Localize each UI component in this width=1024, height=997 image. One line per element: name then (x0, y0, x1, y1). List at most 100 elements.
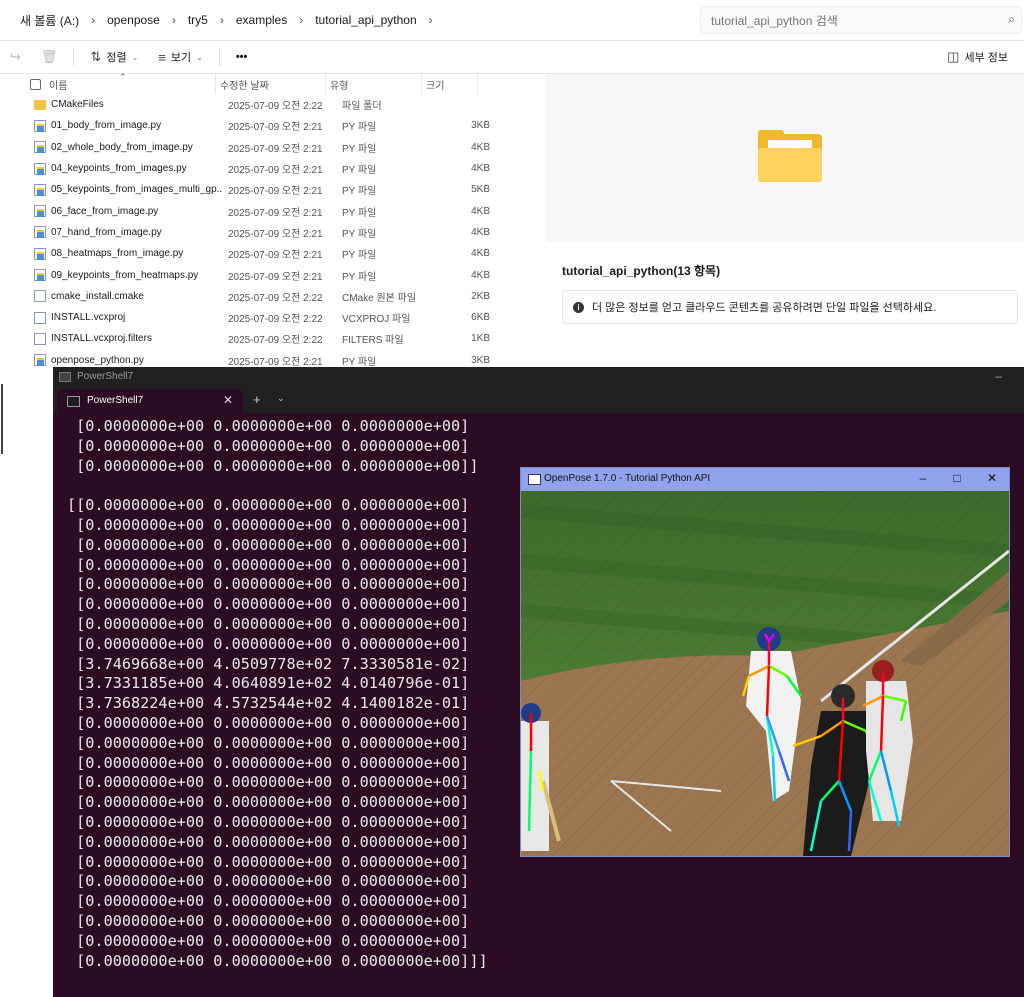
minimize-icon[interactable]: – (995, 369, 1002, 383)
terminal-line: [0.0000000e+00 0.0000000e+00 0.0000000e+… (67, 614, 470, 633)
preview-info-text: 더 많은 정보를 얻고 클라우드 콘텐츠를 공유하려면 단일 파일을 선택하세요… (592, 302, 937, 314)
file-size: 4KB (471, 163, 490, 175)
file-row[interactable]: 04_keypoints_from_images.py 2025-07-09 오전… (28, 158, 544, 179)
file-type: PY 파일 (342, 186, 377, 198)
file-row[interactable]: CMakeFiles 2025-07-09 오전 2:22 파일 폴더 (28, 94, 544, 115)
terminal-line: [0.0000000e+00 0.0000000e+00 0.0000000e+… (67, 852, 470, 871)
file-date: 2025-07-09 오전 2:21 (228, 122, 323, 134)
file-row[interactable]: 07_hand_from_image.py 2025-07-09 오전 2:21 P… (28, 222, 544, 243)
column-size[interactable]: 크기 (422, 74, 478, 94)
select-all-checkbox[interactable] (30, 78, 41, 90)
chevron-right-icon[interactable]: › (166, 13, 182, 27)
search-box[interactable]: ⌕ (700, 6, 1022, 34)
close-tab-icon[interactable]: ✕ (223, 393, 233, 407)
terminal-line: [0.0000000e+00 0.0000000e+00 0.0000000e+… (67, 872, 470, 891)
chevron-down-icon[interactable]: ⌄ (277, 393, 285, 404)
file-row[interactable]: INSTALL.vcxproj 2025-07-09 오전 2:22 VCXPROJ… (28, 307, 544, 328)
column-type-label: 유형 (330, 80, 349, 92)
file-date: 2025-07-09 오전 2:21 (228, 165, 323, 177)
python-file-icon (34, 269, 46, 282)
openpose-window-title: OpenPose 1.7.0 - Tutorial Python API (544, 473, 711, 484)
search-input[interactable] (709, 11, 993, 31)
file-date: 2025-07-09 오전 2:21 (228, 143, 323, 155)
chevron-right-icon[interactable]: › (293, 13, 309, 27)
file-name-cell: 05_keypoints_from_images_multi_gp... (28, 183, 222, 196)
file-row[interactable]: cmake_install.cmake 2025-07-09 오전 2:22 CMa… (28, 286, 544, 307)
delete-button[interactable]: 🗑︎ (31, 45, 68, 69)
python-file-icon (34, 247, 46, 260)
terminal-output[interactable]: [0.0000000e+00 0.0000000e+00 0.0000000e+… (67, 417, 488, 971)
openpose-title-bar[interactable]: OpenPose 1.7.0 - Tutorial Python API – □… (521, 468, 1009, 491)
search-icon[interactable]: ⌕ (1008, 12, 1015, 27)
file-row[interactable]: 02_whole_body_from_image.py 2025-07-09 오전… (28, 137, 544, 158)
file-size: 3KB (471, 120, 490, 132)
document-icon (34, 332, 46, 345)
file-name: 07_hand_from_image.py (51, 226, 162, 238)
chevron-right-icon[interactable]: › (423, 13, 439, 27)
file-size: 3KB (471, 354, 490, 366)
file-name-cell: openpose_python.py (28, 354, 222, 367)
address-bar: 새 볼륨 (A:) › openpose › try5 › examples › tutoria… (0, 0, 1024, 41)
column-name-label: 이름 (49, 80, 68, 92)
terminal-title-bar[interactable]: PowerShell7 – (53, 367, 1024, 387)
file-type: PY 파일 (342, 143, 377, 155)
file-row[interactable]: INSTALL.vcxproj.filters 2025-07-09 오전 2:2… (28, 328, 544, 349)
terminal-app-icon (59, 372, 71, 382)
share-button[interactable]: ↪ (0, 45, 31, 69)
breadcrumb-item[interactable]: examples (230, 13, 293, 27)
minimize-icon[interactable]: – (913, 471, 933, 485)
terminal-line: [0.0000000e+00 0.0000000e+00 0.0000000e+… (67, 634, 470, 653)
python-file-icon (34, 183, 46, 196)
file-name-cell: 02_whole_body_from_image.py (28, 141, 222, 154)
openpose-app-icon (528, 474, 541, 485)
view-label: 보기 (170, 52, 192, 64)
python-file-icon (34, 205, 46, 218)
file-row[interactable]: 09_keypoints_from_heatmaps.py 2025-07-09 … (28, 264, 544, 285)
breadcrumb: 새 볼륨 (A:) › openpose › try5 › examples › tutoria… (14, 0, 439, 40)
column-name[interactable]: 이름 ⌃ (28, 72, 216, 94)
maximize-icon[interactable]: □ (947, 471, 967, 485)
terminal-line: [0.0000000e+00 0.0000000e+00 0.0000000e+… (67, 793, 470, 812)
file-name: INSTALL.vcxproj.filters (51, 333, 152, 345)
file-size: 1KB (471, 333, 490, 345)
trash-icon: 🗑︎ (40, 49, 58, 64)
new-tab-button[interactable]: + (253, 392, 261, 407)
file-size: 4KB (471, 226, 490, 238)
more-options-button[interactable]: ••• (226, 45, 258, 69)
breadcrumb-item[interactable]: try5 (182, 13, 214, 27)
tab-powershell[interactable]: PowerShell7 ✕ (57, 389, 243, 413)
file-name: 02_whole_body_from_image.py (51, 141, 193, 153)
chevron-down-icon: ⌄ (131, 52, 139, 62)
column-date[interactable]: 수정한 날짜 (216, 74, 326, 94)
file-name: cmake_install.cmake (51, 290, 144, 302)
file-name: 05_keypoints_from_images_multi_gp... (51, 184, 222, 196)
terminal-line: [0.0000000e+00 0.0000000e+00 0.0000000e+… (67, 892, 470, 911)
file-date: 2025-07-09 오전 2:21 (228, 228, 323, 240)
sort-button[interactable]: ⇅ 정렬 ⌄ (80, 45, 148, 69)
breadcrumb-item[interactable]: 새 볼륨 (A:) (14, 12, 85, 29)
file-size: 4KB (471, 205, 490, 217)
tab-label: PowerShell7 (87, 395, 144, 406)
file-name-cell: CMakeFiles (28, 99, 222, 110)
info-icon: i (573, 301, 584, 313)
file-row[interactable]: 08_heatmaps_from_image.py 2025-07-09 오전 2… (28, 243, 544, 264)
breadcrumb-item[interactable]: tutorial_api_python (309, 13, 422, 27)
details-pane-button[interactable]: ◫ 세부 정보 (937, 45, 1018, 69)
file-row[interactable]: 06_face_from_image.py 2025-07-09 오전 2:21 P… (28, 200, 544, 221)
python-file-icon (34, 141, 46, 154)
python-file-icon (34, 226, 46, 239)
file-name: 04_keypoints_from_images.py (51, 163, 187, 175)
close-icon[interactable]: ✕ (982, 471, 1002, 485)
chevron-right-icon[interactable]: › (85, 13, 101, 27)
view-button[interactable]: ≡ 보기 ⌄ (148, 45, 213, 69)
file-name-cell: INSTALL.vcxproj.filters (28, 332, 222, 345)
terminal-line: [0.0000000e+00 0.0000000e+00 0.0000000e+… (67, 931, 470, 950)
terminal-line: [0.0000000e+00 0.0000000e+00 0.0000000e+… (67, 911, 470, 930)
column-type[interactable]: 유형 (326, 74, 422, 94)
file-row[interactable]: 05_keypoints_from_images_multi_gp... 2025… (28, 179, 544, 200)
file-row[interactable]: 01_body_from_image.py 2025-07-09 오전 2:21 P… (28, 115, 544, 136)
file-date: 2025-07-09 오전 2:21 (228, 186, 323, 198)
breadcrumb-item[interactable]: openpose (101, 13, 166, 27)
column-size-label: 크기 (426, 80, 445, 92)
chevron-right-icon[interactable]: › (214, 13, 230, 27)
